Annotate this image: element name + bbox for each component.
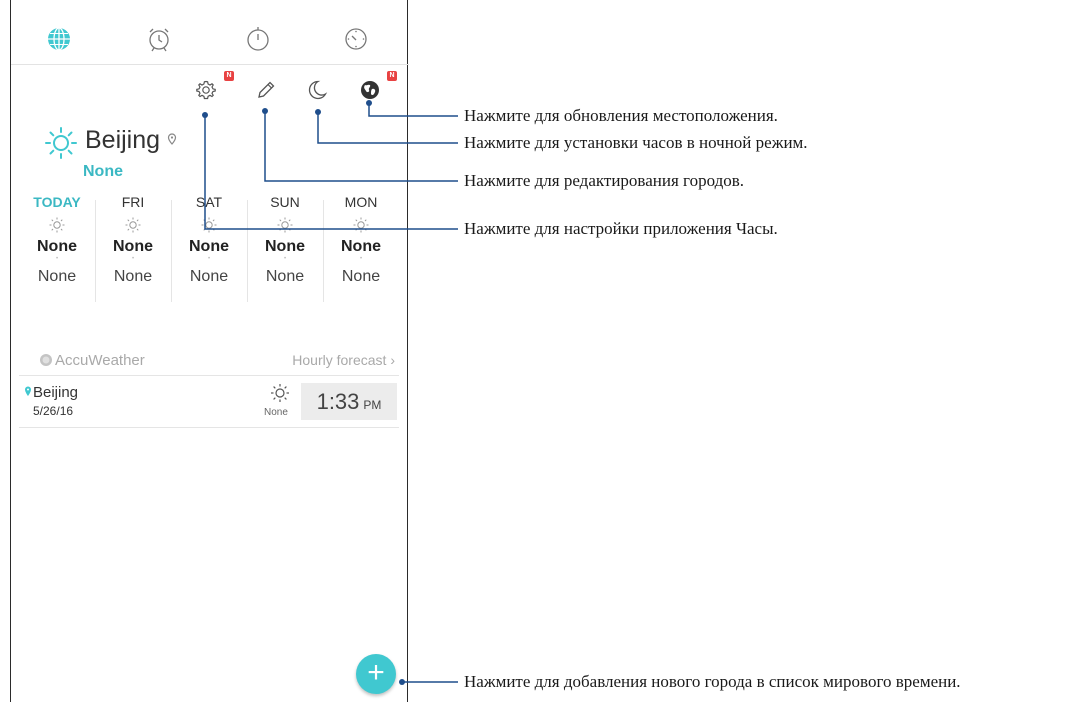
clock-app-screen: N N Beijing None TODAY None • None FRI N… [10, 0, 409, 702]
tab-timer[interactable] [339, 22, 373, 56]
tab-bar [11, 0, 409, 65]
hourly-forecast-link[interactable]: Hourly forecast › [292, 352, 395, 368]
gear-icon [196, 80, 216, 100]
forecast-separator-dot: • [359, 256, 363, 262]
forecast-day-name: TODAY [33, 194, 81, 210]
add-city-button[interactable]: + [356, 654, 396, 694]
update-location-button[interactable] [357, 77, 383, 103]
forecast-high: None [341, 238, 381, 255]
sunny-weather-icon [45, 127, 77, 159]
accuweather-logo: AccuWeather [39, 352, 145, 369]
earth-icon [361, 81, 379, 99]
forecast-high: None [37, 238, 77, 255]
current-weather-condition: None [83, 163, 123, 180]
divider [19, 375, 399, 376]
forecast-day: FRI None • None [97, 192, 169, 304]
daily-forecast: TODAY None • None FRI None • None SAT No… [21, 192, 401, 304]
forecast-day: MON None • None [325, 192, 397, 304]
forecast-day: TODAY None • None [21, 192, 93, 304]
forecast-divider [171, 200, 172, 302]
location-pin-icon [167, 133, 177, 145]
forecast-day-name: MON [344, 194, 378, 210]
forecast-low: None [37, 268, 77, 285]
location-new-badge: N [387, 71, 397, 81]
forecast-divider [323, 200, 324, 302]
callout-settings: Нажмите для настройки приложения Часы. [464, 219, 778, 238]
forecast-separator-dot: • [131, 256, 135, 262]
world-clock-city: Beijing [33, 384, 79, 401]
moon-icon [308, 80, 328, 100]
globe-icon [48, 27, 70, 51]
pencil-icon [258, 81, 275, 98]
location-pin-icon [25, 386, 31, 396]
forecast-high: None [189, 238, 229, 255]
forecast-low: None [189, 268, 229, 285]
forecast-low: None [265, 268, 305, 285]
world-clock-date: 5/26/16 [33, 404, 74, 418]
sun-icon [49, 217, 65, 233]
stopwatch-icon [247, 27, 269, 51]
forecast-high: None [113, 238, 153, 255]
forecast-day-name: FRI [121, 194, 145, 210]
time-ampm: PM [363, 398, 382, 412]
forecast-separator-dot: • [283, 256, 287, 262]
callout-edit-cities: Нажмите для редактирования городов. [464, 171, 745, 190]
sun-icon [353, 217, 369, 233]
alarm-clock-icon [149, 28, 169, 52]
settings-new-badge: N [224, 71, 234, 81]
callout-add-city: Нажмите для добавления нового города в с… [464, 672, 961, 691]
callout-update-location: Нажмите для обновления местоположения. [464, 106, 778, 125]
timer-icon [345, 28, 367, 50]
tab-alarm[interactable] [142, 22, 176, 56]
time-value: 1:33 [316, 389, 360, 414]
forecast-low: None [113, 268, 153, 285]
night-mode-button[interactable] [304, 77, 330, 103]
provider-name: AccuWeather [55, 352, 145, 369]
tab-world-clock[interactable] [42, 22, 76, 56]
sun-icon [271, 384, 289, 402]
forecast-separator-dot: • [55, 256, 59, 262]
callout-night-mode: Нажмите для установки часов в ночной реж… [464, 133, 808, 152]
tab-stopwatch[interactable] [241, 22, 275, 56]
edit-cities-button[interactable] [253, 77, 279, 103]
forecast-separator-dot: • [207, 256, 211, 262]
forecast-divider [95, 200, 96, 302]
forecast-day-name: SUN [270, 194, 300, 210]
sun-icon [125, 217, 141, 233]
forecast-day: SAT None • None [173, 192, 245, 304]
accuweather-sun-icon [40, 354, 52, 366]
forecast-divider [247, 200, 248, 302]
world-clock-time: 1:33 PM [301, 383, 397, 420]
hourly-forecast-label: Hourly forecast [292, 352, 387, 368]
forecast-low: None [341, 268, 381, 285]
settings-button[interactable] [193, 77, 219, 103]
current-city-name: Beijing [85, 126, 161, 154]
forecast-day-name: SAT [195, 194, 223, 210]
forecast-day: SUN None • None [249, 192, 321, 304]
chevron-right-icon: › [386, 352, 395, 368]
sun-icon [201, 217, 217, 233]
sun-icon [277, 217, 293, 233]
forecast-high: None [265, 238, 305, 255]
divider [19, 427, 399, 428]
world-clock-weather: None [264, 407, 288, 418]
